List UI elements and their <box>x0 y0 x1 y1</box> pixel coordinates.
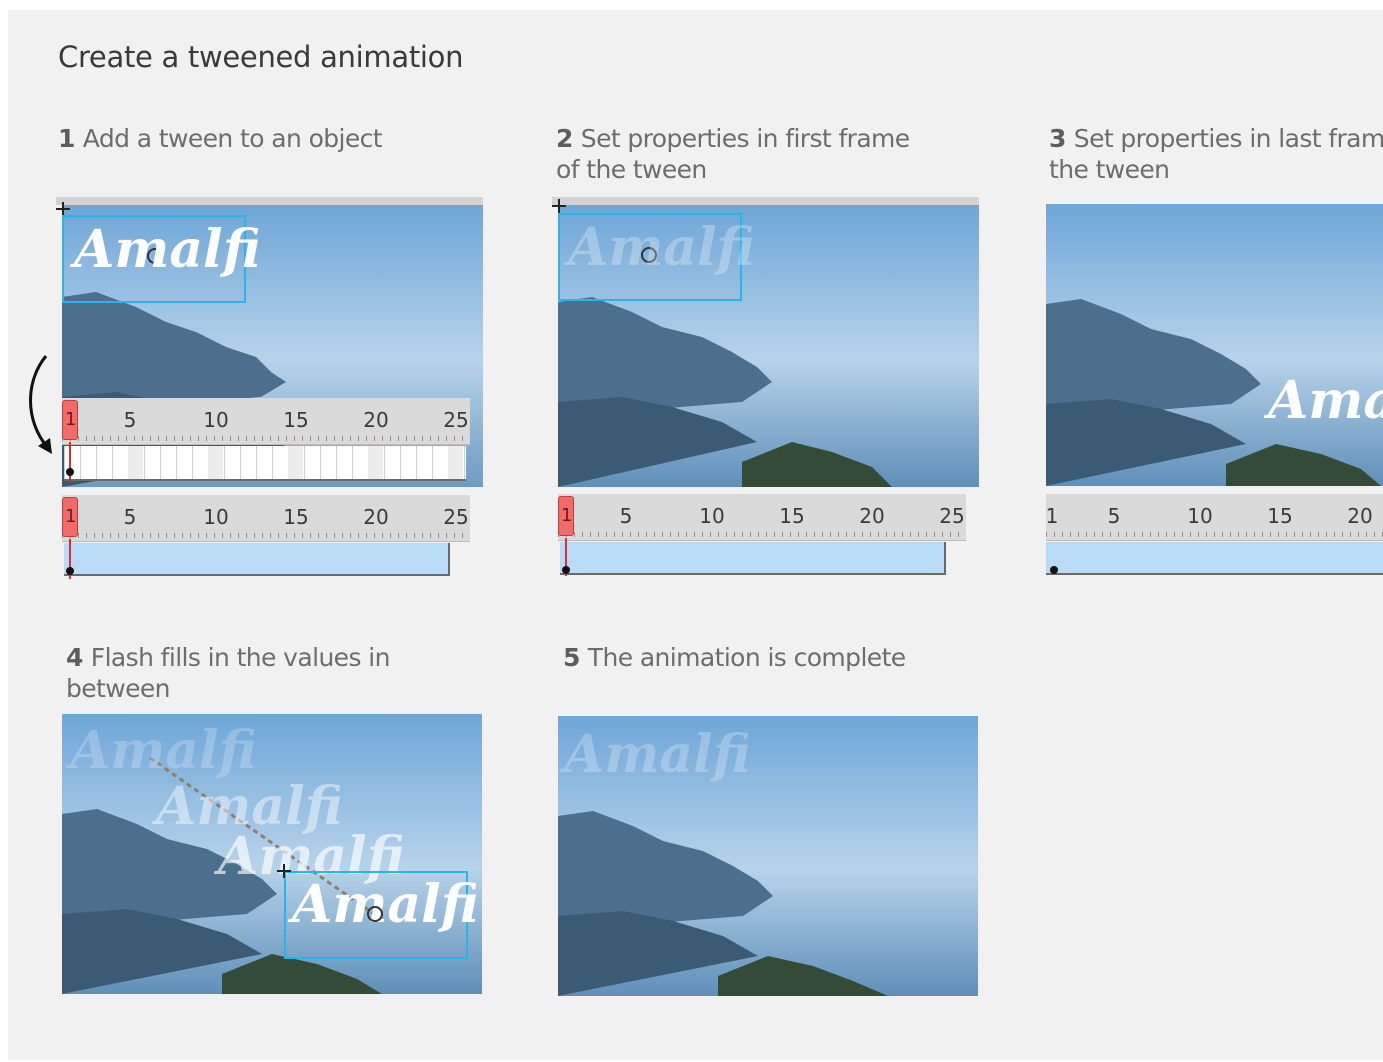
transform-point-icon[interactable] <box>367 906 383 922</box>
tick-label: 1 <box>1046 504 1059 528</box>
amalfi-symbol-text: Amalfi <box>568 217 755 278</box>
tick-label: 5 <box>1107 504 1121 528</box>
step-2-number: 2 <box>556 124 573 153</box>
tick-label: 20 <box>859 504 885 528</box>
tick-label: 10 <box>203 505 229 529</box>
step-2-photo: Amalfi <box>552 197 979 487</box>
playhead[interactable]: 1 <box>62 400 78 440</box>
tick-label: 10 <box>699 504 725 528</box>
tick-label: 10 <box>203 408 229 432</box>
tick-label: 15 <box>1267 504 1293 528</box>
step-1-text: Add a tween to an object <box>82 124 383 153</box>
keyframe-dot <box>1050 566 1058 574</box>
tick-label: 5 <box>619 504 633 528</box>
step-1-number: 1 <box>58 124 75 153</box>
step-5-text: The animation is complete <box>587 643 906 672</box>
registration-crosshair-icon <box>552 199 566 213</box>
step-2-caption: 2 Set properties in first frame of the tw… <box>556 123 910 185</box>
amalfi-symbol-text: Amalfi <box>1268 370 1383 431</box>
step-5-number: 5 <box>563 643 580 672</box>
tick-label: 15 <box>283 505 309 529</box>
playhead-line <box>69 442 71 482</box>
step-3-photo: Amalfi <box>1046 204 1383 486</box>
timeline-ruler: 1 5 10 15 20 25 <box>62 398 470 445</box>
amalfi-symbol-text: Amalfi <box>292 874 479 935</box>
tween-span[interactable] <box>64 543 450 576</box>
tutorial-panel: Create a tweened animation 1 Add a tween … <box>8 10 1383 1060</box>
tick-label: 20 <box>363 408 389 432</box>
step-4-photo: Amalfi Amalfi Amalfi Amalfi <box>62 714 482 994</box>
step-1-timeline-after: 1 5 10 15 20 25 1 <box>62 495 470 583</box>
step-3-text: Set properties in last frame of <box>1073 124 1383 153</box>
page-title: Create a tweened animation <box>58 40 464 74</box>
step-4-text-line2: between <box>66 674 171 703</box>
onion-skin-text: Amalfi <box>70 720 257 781</box>
step-4-number: 4 <box>66 643 83 672</box>
timeline-ruler: 1 5 10 15 20 25 <box>62 495 470 542</box>
tick-label: 5 <box>123 408 137 432</box>
tick-label: 20 <box>363 505 389 529</box>
tick-label: 15 <box>779 504 805 528</box>
step-1-caption: 1 Add a tween to an object <box>58 123 383 154</box>
step-3-timeline: 1 5 10 15 20 <box>1046 494 1383 580</box>
step-5-caption: 5 The animation is complete <box>563 642 906 673</box>
step-3-text-line2: the tween <box>1049 155 1170 184</box>
amalfi-symbol-text: Amalfi <box>74 219 261 280</box>
tween-span[interactable] <box>560 542 946 575</box>
tick-label: 25 <box>443 408 469 432</box>
step-2-text: Set properties in first frame <box>580 124 910 153</box>
step-2-text-line2: of the tween <box>556 155 707 184</box>
tween-span[interactable] <box>1046 542 1383 575</box>
step-3-caption: 3Set properties in last frame of the twe… <box>1049 123 1383 185</box>
tick-label: 25 <box>939 504 965 528</box>
timeline-ruler: 1 5 10 15 20 25 <box>558 494 966 541</box>
registration-crosshair-icon <box>277 864 291 878</box>
step-4-text: Flash fills in the values in <box>90 643 391 672</box>
playhead[interactable]: 1 <box>558 496 574 536</box>
step-3-number: 3 <box>1049 124 1066 153</box>
amalfi-symbol-text: Amalfi <box>564 724 751 785</box>
tick-label: 20 <box>1347 504 1373 528</box>
registration-crosshair-icon <box>56 202 70 216</box>
timeline-ruler: 1 5 10 15 20 <box>1046 494 1383 541</box>
curved-arrow-icon <box>29 355 52 454</box>
frame-cells[interactable] <box>64 446 466 481</box>
keyframe-dot <box>66 468 74 476</box>
step-5-photo: Amalfi <box>558 716 978 996</box>
step-4-caption: 4 Flash fills in the values in between <box>66 642 390 704</box>
tick-label: 10 <box>1187 504 1213 528</box>
keyframe-dot <box>562 566 570 574</box>
playhead[interactable]: 1 <box>62 497 78 537</box>
step-3-scene <box>1046 204 1383 486</box>
step-1-timeline-before: 1 5 10 15 20 25 1 <box>62 398 470 486</box>
tick-label: 15 <box>283 408 309 432</box>
tick-label: 5 <box>123 505 137 529</box>
tick-label: 25 <box>443 505 469 529</box>
step-2-timeline: 1 5 10 15 20 25 1 <box>558 494 966 580</box>
keyframe-dot <box>66 567 74 575</box>
